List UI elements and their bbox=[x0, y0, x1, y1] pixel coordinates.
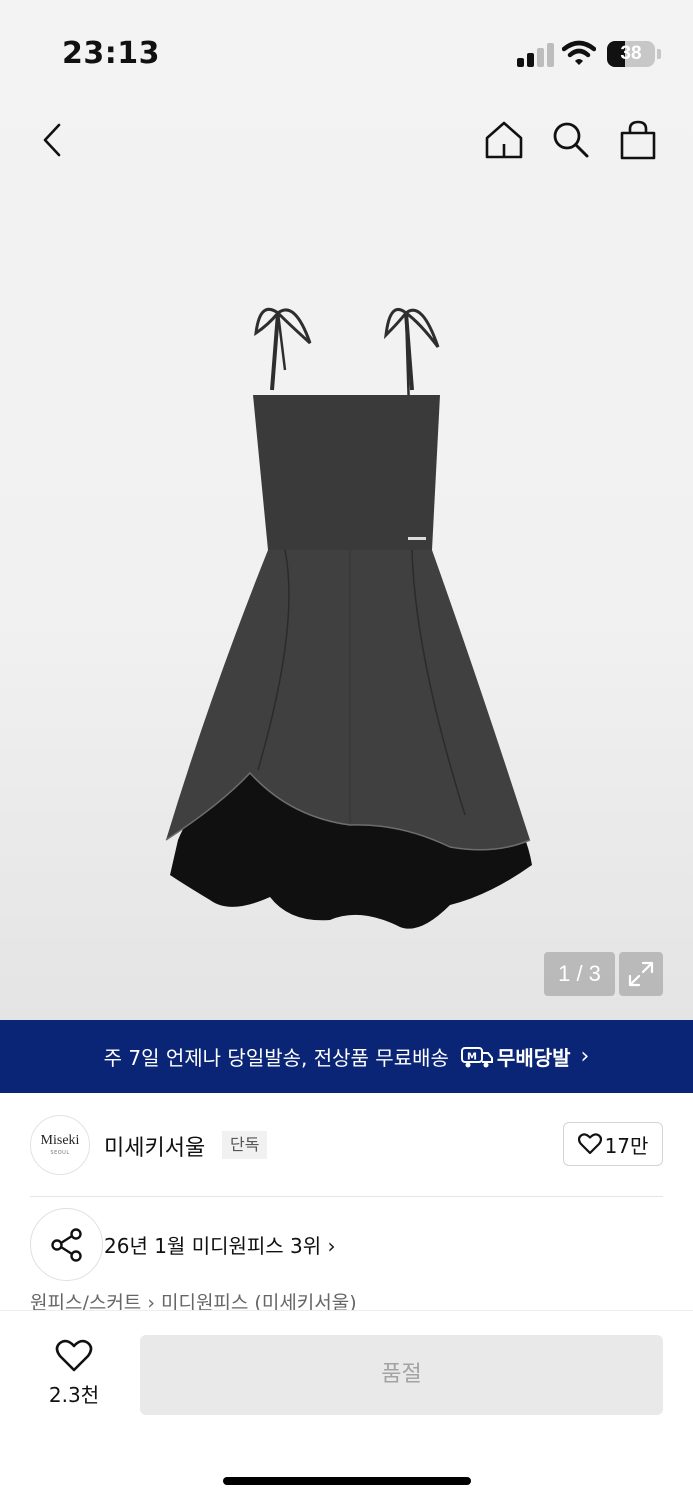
svg-text:M: M bbox=[467, 1051, 477, 1062]
home-icon bbox=[485, 121, 523, 159]
home-indicator bbox=[223, 1477, 471, 1485]
store-like-count: 17만 bbox=[604, 1133, 649, 1158]
share-icon bbox=[50, 1227, 82, 1262]
exclusive-badge: 단독 bbox=[222, 1131, 268, 1159]
heart-icon bbox=[577, 1133, 602, 1155]
shopping-bag-icon bbox=[620, 120, 656, 160]
battery-level: 38 bbox=[620, 43, 642, 64]
expand-icon bbox=[628, 961, 654, 987]
delivery-truck-icon: M bbox=[460, 1046, 493, 1067]
category-child[interactable]: 미디원피스 (미세키서울) bbox=[161, 1292, 357, 1310]
dress-image bbox=[165, 307, 532, 929]
battery-tip bbox=[657, 49, 661, 59]
chevron-right-icon: › bbox=[580, 1044, 590, 1069]
chevron-left-icon bbox=[43, 123, 61, 157]
banner-brand-label: 무배당발 bbox=[496, 1046, 571, 1070]
heart-icon bbox=[55, 1339, 93, 1372]
wishlist-button[interactable]: 2.3천 bbox=[30, 1339, 118, 1408]
search-button[interactable] bbox=[546, 115, 596, 165]
section-divider bbox=[30, 1196, 663, 1197]
cart-button[interactable] bbox=[613, 115, 663, 165]
category-parent[interactable]: 원피스/스커트 bbox=[30, 1292, 141, 1310]
home-button[interactable] bbox=[479, 115, 529, 165]
banner-text: 주 7일 언제나 당일발송, 전상품 무료배송 bbox=[103, 1046, 449, 1070]
category-breadcrumb: 원피스/스커트 › 미디원피스 (미세키서울) bbox=[30, 1288, 357, 1310]
store-like-button[interactable]: 17만 bbox=[563, 1122, 663, 1166]
back-button[interactable] bbox=[28, 115, 78, 165]
free-shipping-banner[interactable]: 주 7일 언제나 당일발송, 전상품 무료배송 M 무배당발 › bbox=[0, 1020, 693, 1093]
image-page-counter: 1 / 3 bbox=[544, 952, 615, 996]
store-row: Miseki SEOUL 미세키서울 단독 17만 bbox=[30, 1115, 663, 1175]
expand-image-button[interactable] bbox=[619, 952, 663, 996]
status-time: 23:13 bbox=[62, 36, 160, 71]
banner-brand: M 무배당발 bbox=[460, 1042, 571, 1071]
share-button[interactable] bbox=[30, 1208, 103, 1281]
battery-icon: 38 bbox=[607, 41, 655, 67]
product-image-area: 23:13 38 1 / 3 bbox=[0, 0, 693, 1020]
ranking-link[interactable]: 26년 1월 미디원피스 3위 › bbox=[104, 1230, 336, 1259]
bottom-action-bar: 2.3천 품절 bbox=[0, 1310, 693, 1500]
status-bar: 23:13 38 bbox=[0, 0, 693, 100]
wifi-icon bbox=[562, 40, 596, 65]
chevron-right-icon: › bbox=[147, 1292, 161, 1310]
chevron-right-icon: › bbox=[327, 1234, 336, 1258]
store-logo-subtext: SEOUL bbox=[50, 1150, 70, 1156]
soldout-button: 품절 bbox=[140, 1335, 663, 1415]
search-icon bbox=[553, 122, 589, 158]
ranking-text: 26년 1월 미디원피스 3위 bbox=[104, 1234, 322, 1258]
store-logo[interactable]: Miseki SEOUL bbox=[30, 1115, 90, 1175]
cellular-signal-icon bbox=[517, 43, 554, 67]
store-name[interactable]: 미세키서울 bbox=[104, 1130, 205, 1162]
store-logo-text: Miseki bbox=[40, 1133, 80, 1148]
wishlist-count: 2.3천 bbox=[48, 1383, 100, 1407]
